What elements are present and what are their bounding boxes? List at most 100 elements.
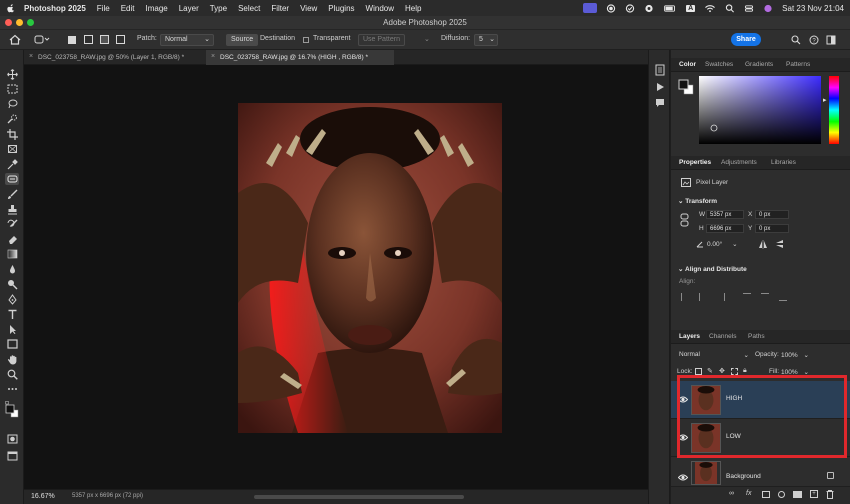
tab-paths[interactable]: Paths — [748, 333, 765, 340]
height-field[interactable]: 6696 px — [706, 224, 744, 233]
record-icon[interactable] — [606, 3, 616, 13]
align-top-icon[interactable] — [743, 293, 751, 301]
subtract-selection-icon[interactable] — [100, 35, 109, 44]
history-panel-icon[interactable] — [655, 64, 665, 76]
menu-select[interactable]: Select — [238, 4, 260, 13]
menu-plugins[interactable]: Plugins — [328, 4, 354, 13]
new-group-icon[interactable] — [793, 491, 802, 498]
more-tools-icon[interactable] — [5, 383, 19, 395]
x-field[interactable]: 0 px — [755, 210, 789, 219]
align-middle-v-icon[interactable] — [761, 293, 769, 301]
destination-button[interactable]: Destination — [260, 35, 295, 42]
document-dimensions[interactable]: 5357 px x 6696 px (72 ppi) — [72, 493, 143, 499]
apple-icon[interactable] — [6, 3, 16, 13]
angle-select[interactable]: 0.00° ⌄ — [707, 240, 738, 248]
rectangle-tool-icon[interactable] — [5, 338, 19, 350]
zoom-level[interactable]: 16.67% — [31, 493, 55, 500]
patch-mode-select[interactable]: Normal ⌄ — [160, 34, 214, 46]
layer-thumbnail[interactable] — [691, 461, 721, 485]
diffusion-select[interactable]: 5 ⌄ — [474, 34, 498, 46]
type-tool-icon[interactable] — [5, 308, 19, 320]
menu-filter[interactable]: Filter — [271, 4, 289, 13]
siri-icon[interactable] — [763, 4, 773, 13]
width-field[interactable]: 5357 px — [706, 210, 744, 219]
tab-properties[interactable]: Properties — [679, 159, 711, 166]
path-selection-tool-icon[interactable] — [5, 323, 19, 335]
tab-color[interactable]: Color — [679, 61, 696, 68]
tab-patterns[interactable]: Patterns — [786, 61, 810, 68]
layer-name[interactable]: Background — [726, 473, 761, 480]
move-tool-icon[interactable] — [5, 68, 19, 80]
add-selection-icon[interactable] — [84, 35, 93, 44]
menu-window[interactable]: Window — [366, 4, 394, 13]
brush-tool-icon[interactable] — [5, 188, 19, 200]
tab-document-16[interactable]: × DSC_023758_RAW.jpg @ 16.7% (HIGH , RGB… — [206, 50, 394, 65]
lasso-tool-icon[interactable] — [5, 98, 19, 110]
home-icon[interactable] — [9, 34, 21, 45]
flip-vertical-icon[interactable] — [775, 239, 785, 249]
layer-effects-icon[interactable]: fx — [746, 490, 751, 497]
lock-artboard-icon[interactable] — [731, 368, 738, 375]
tab-libraries[interactable]: Libraries — [771, 159, 796, 166]
zoom-tool-icon[interactable] — [5, 368, 19, 380]
share-button[interactable]: Share — [731, 33, 761, 46]
tab-swatches[interactable]: Swatches — [705, 61, 733, 68]
creative-cloud-icon[interactable] — [625, 3, 635, 13]
workspace-icon[interactable] — [826, 35, 836, 45]
quick-mask-icon[interactable] — [5, 433, 19, 445]
menu-help[interactable]: Help — [405, 4, 421, 13]
pattern-picker-chevron[interactable]: ⌄ — [424, 35, 430, 43]
visibility-eye-icon[interactable] — [678, 473, 688, 482]
menu-app-name[interactable]: Photoshop 2025 — [24, 4, 86, 13]
lock-position-icon[interactable]: ✥ — [719, 367, 725, 375]
patch-tool-preset-icon[interactable] — [34, 34, 50, 45]
menu-view[interactable]: View — [300, 4, 317, 13]
eraser-tool-icon[interactable] — [5, 233, 19, 245]
control-center-icon[interactable] — [744, 4, 754, 13]
opacity-select[interactable]: 100% ⌄ — [781, 351, 809, 359]
blur-tool-icon[interactable] — [5, 263, 19, 275]
hand-tool-icon[interactable] — [5, 353, 19, 365]
history-brush-tool-icon[interactable] — [5, 218, 19, 230]
screen-record-icon[interactable] — [583, 3, 598, 13]
y-field[interactable]: 0 px — [755, 224, 789, 233]
foreground-background-color-icon[interactable] — [5, 400, 19, 422]
link-layers-icon[interactable]: ∞ — [729, 490, 734, 497]
screen-mode-icon[interactable] — [5, 450, 19, 462]
intersect-selection-icon[interactable] — [116, 35, 125, 44]
marquee-tool-icon[interactable] — [5, 83, 19, 95]
tab-document-50[interactable]: × DSC_023758_RAW.jpg @ 50% (Layer 1, RGB… — [24, 50, 206, 65]
pen-tool-icon[interactable] — [5, 293, 19, 305]
lock-image-icon[interactable]: ✎ — [707, 367, 713, 375]
align-section-title[interactable]: ⌄ Align and Distribute — [678, 265, 747, 273]
lock-transparent-icon[interactable] — [695, 368, 702, 375]
crop-tool-icon[interactable] — [5, 128, 19, 140]
tab-adjustments[interactable]: Adjustments — [721, 159, 757, 166]
battery-icon[interactable] — [663, 4, 677, 13]
blend-mode-select[interactable]: Normal ⌄ — [679, 351, 749, 359]
transparent-checkbox[interactable] — [303, 37, 309, 43]
align-right-icon[interactable] — [717, 293, 725, 301]
layer-row-background[interactable]: Background — [671, 457, 850, 487]
menu-image[interactable]: Image — [145, 4, 167, 13]
align-center-h-icon[interactable] — [699, 293, 707, 301]
delete-layer-icon[interactable] — [826, 490, 834, 499]
wifi-icon[interactable] — [704, 4, 716, 13]
frame-tool-icon[interactable] — [5, 143, 19, 155]
align-bottom-icon[interactable] — [779, 293, 787, 301]
color-picker-field[interactable] — [699, 76, 821, 144]
tab-channels[interactable]: Channels — [709, 333, 736, 340]
tab-gradients[interactable]: Gradients — [745, 61, 773, 68]
new-selection-icon[interactable] — [68, 36, 76, 44]
flip-horizontal-icon[interactable] — [758, 240, 768, 249]
link-dimensions-icon[interactable] — [680, 213, 689, 227]
hue-slider[interactable] — [829, 76, 839, 144]
eyedropper-tool-icon[interactable] — [5, 158, 19, 170]
use-pattern-button[interactable]: Use Pattern — [358, 34, 405, 46]
tab-layers[interactable]: Layers — [679, 333, 700, 340]
actions-play-icon[interactable] — [655, 82, 665, 92]
horizontal-scrollbar[interactable] — [254, 495, 464, 499]
menu-extra-icon[interactable] — [644, 4, 654, 13]
spotlight-search-icon[interactable] — [725, 3, 735, 13]
close-icon[interactable]: × — [29, 53, 33, 60]
